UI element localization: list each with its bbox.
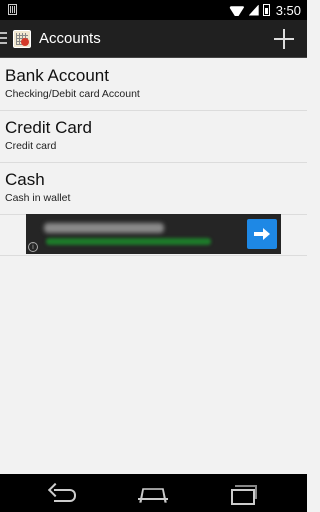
ad-banner[interactable]: i xyxy=(26,214,281,254)
battery-icon xyxy=(262,4,270,16)
list-item-credit-card[interactable]: Credit Card Credit card xyxy=(0,111,307,163)
back-icon[interactable] xyxy=(50,485,78,502)
page-title: Accounts xyxy=(39,30,101,47)
status-icons: 3:50 xyxy=(229,2,301,18)
action-bar: Accounts xyxy=(0,20,307,58)
ad-url xyxy=(46,238,211,245)
notification-icon xyxy=(8,4,17,15)
home-icon[interactable] xyxy=(138,487,168,500)
info-icon[interactable]: i xyxy=(28,242,38,252)
account-name: Credit Card xyxy=(5,118,92,137)
list-item-bank-account[interactable]: Bank Account Checking/Debit card Account xyxy=(0,59,307,111)
recent-apps-icon[interactable] xyxy=(231,485,257,505)
arrow-right-icon[interactable] xyxy=(247,219,277,249)
add-account-button[interactable] xyxy=(269,24,299,54)
account-name: Bank Account xyxy=(5,66,109,85)
ad-row: i xyxy=(0,214,307,256)
app-icon[interactable] xyxy=(13,30,31,48)
account-name: Cash xyxy=(5,170,45,189)
account-description: Credit card xyxy=(5,140,57,152)
drawer-icon[interactable] xyxy=(0,32,7,44)
nav-bar xyxy=(0,474,307,512)
status-bar: 3:50 xyxy=(0,0,307,20)
wifi-icon xyxy=(229,4,245,16)
account-description: Cash in wallet xyxy=(5,192,71,204)
list-item-cash[interactable]: Cash Cash in wallet xyxy=(0,163,307,215)
signal-icon xyxy=(248,4,259,16)
screen: 3:50 Accounts Bank Account Checking/Debi… xyxy=(0,0,307,512)
ad-headline xyxy=(44,223,164,233)
status-time: 3:50 xyxy=(275,2,301,18)
accounts-list: Bank Account Checking/Debit card Account… xyxy=(0,59,307,215)
account-description: Checking/Debit card Account xyxy=(5,88,140,100)
